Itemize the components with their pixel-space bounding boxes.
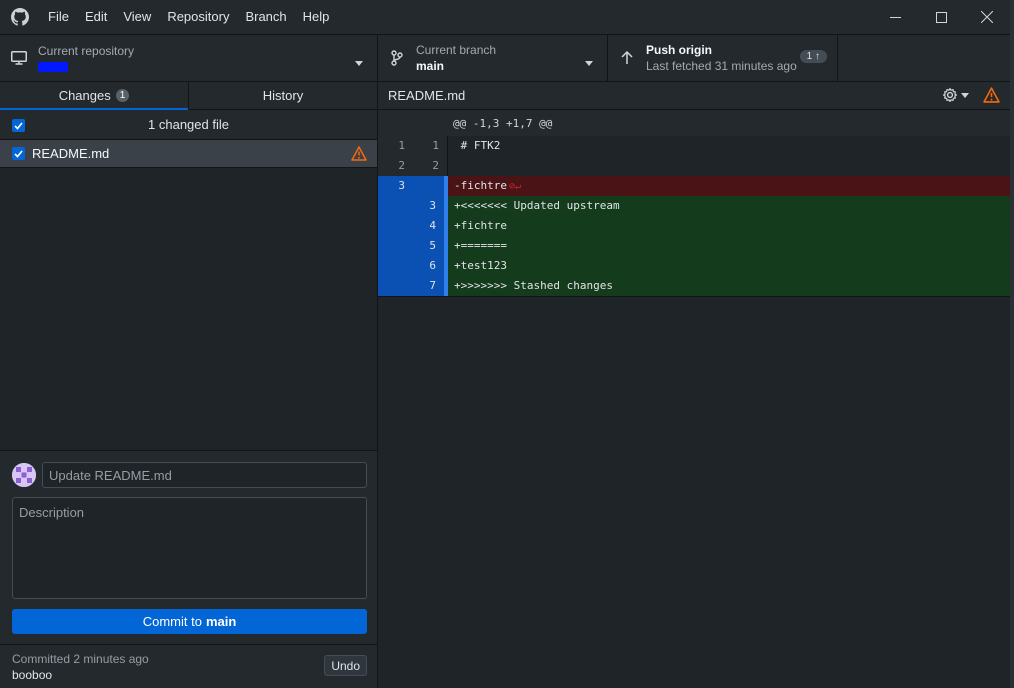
tab-history[interactable]: History [188, 82, 377, 109]
tab-changes[interactable]: Changes 1 [0, 82, 188, 110]
warning-icon[interactable] [983, 87, 1000, 103]
diff-header: README.md [378, 82, 1010, 110]
diff-view: README.md @@ -1,3 +1,7 @@ 1 1 # FTK2 2 2… [378, 82, 1010, 688]
old-line-number [378, 236, 413, 256]
new-line-number: 7 [413, 276, 448, 296]
window-controls [872, 0, 1010, 34]
commit-button[interactable]: Commit to main [12, 609, 367, 634]
changed-files-count: 1 changed file [148, 117, 229, 132]
desktop-icon [0, 51, 38, 65]
branch-name: main [416, 59, 445, 73]
menu-view[interactable]: View [115, 0, 159, 34]
line-code-text: -fichtre [454, 179, 507, 192]
diff-file-name: README.md [388, 88, 466, 103]
diff-line-added[interactable]: 7 +>>>>>>> Stashed changes [378, 276, 1010, 296]
gear-icon[interactable] [942, 87, 969, 103]
git-branch-icon [378, 50, 416, 66]
repository-label: Current repository [38, 44, 135, 58]
diff-hunk-header: @@ -1,3 +1,7 @@ [378, 110, 1010, 136]
new-line-number: 6 [413, 256, 448, 276]
repository-name-redacted [38, 62, 68, 72]
line-code: -fichtre ⊘↵ [448, 176, 1010, 196]
user-avatar [12, 463, 36, 487]
last-fetched: Last fetched 31 minutes ago [646, 59, 797, 73]
new-line-number: 5 [413, 236, 448, 256]
hunk-gutter[interactable] [378, 110, 448, 136]
github-logo-icon [0, 0, 40, 34]
background-window-edge [1010, 0, 1014, 688]
caret-down-icon [585, 55, 593, 69]
old-line-number: 2 [378, 156, 413, 176]
commit-button-branch: main [205, 614, 237, 629]
diff-empty-area [378, 296, 1010, 297]
hunk-range: @@ -1,3 +1,7 @@ [453, 116, 553, 130]
title-bar: File Edit View Repository Branch Help [0, 0, 1010, 34]
menu-repository[interactable]: Repository [159, 0, 237, 34]
new-line-number: 3 [413, 196, 448, 216]
diff-line-added[interactable]: 3 +<<<<<<< Updated upstream [378, 196, 1010, 216]
line-code: +test123 [448, 256, 1010, 276]
no-newline-icon: ⊘↵ [508, 181, 522, 192]
tab-changes-label: Changes [58, 88, 111, 103]
menu-help[interactable]: Help [295, 0, 338, 34]
diff-line-deleted[interactable]: 3 -fichtre ⊘↵ [378, 176, 1010, 196]
diff-line[interactable]: 1 1 # FTK2 [378, 136, 1010, 156]
old-line-number [378, 216, 413, 236]
line-code: +>>>>>>> Stashed changes [448, 276, 1010, 296]
commit-description-input[interactable]: Description [12, 497, 367, 599]
line-code: # FTK2 [454, 139, 501, 152]
new-line-number: 1 [413, 136, 448, 156]
file-row-readme[interactable]: README.md [0, 140, 377, 168]
old-line-number [378, 256, 413, 276]
commit-button-label: Commit to [142, 614, 202, 629]
old-line-number: 3 [378, 176, 413, 196]
commit-summary-input[interactable]: Update README.md [42, 462, 367, 488]
old-line-number [378, 196, 413, 216]
commit-form: Update README.md Description Commit to m… [0, 450, 377, 644]
current-repository-dropdown[interactable]: Current repository [0, 35, 378, 81]
menu-file[interactable]: File [40, 0, 77, 34]
new-line-number: 4 [413, 216, 448, 236]
arrow-up-icon [608, 51, 646, 65]
file-checkbox[interactable] [12, 147, 25, 160]
push-title: Push origin [646, 43, 712, 57]
maximize-icon[interactable] [918, 0, 964, 34]
close-icon[interactable] [964, 0, 1010, 34]
line-code: +fichtre [448, 216, 1010, 236]
tab-history-label: History [262, 88, 304, 103]
menu-edit[interactable]: Edit [77, 0, 115, 34]
select-all-checkbox[interactable] [12, 119, 25, 132]
diff-line-added[interactable]: 4 +fichtre [378, 216, 1010, 236]
line-code: +<<<<<<< Updated upstream [448, 196, 1010, 216]
last-commit-bar: Committed 2 minutes ago booboo Undo [0, 644, 377, 688]
ahead-count-badge: 1 ↑ [799, 50, 827, 63]
menu-branch[interactable]: Branch [237, 0, 294, 34]
sidebar-tabs: Changes 1 History [0, 82, 377, 110]
diff-line-added[interactable]: 6 +test123 [378, 256, 1010, 276]
sidebar: Changes 1 History 1 changed file README.… [0, 82, 378, 688]
file-name: README.md [32, 146, 110, 161]
branch-label: Current branch [416, 43, 497, 57]
last-commit-time: Committed 2 minutes ago [12, 652, 149, 666]
last-commit-message: booboo [12, 668, 53, 682]
diff-tools [942, 87, 1000, 103]
diff-line[interactable]: 2 2 [378, 156, 1010, 176]
line-code: +======= [448, 236, 1010, 256]
push-origin-button[interactable]: Push origin Last fetched 31 minutes ago … [608, 35, 838, 81]
menu-bar: File Edit View Repository Branch Help [40, 0, 337, 34]
warning-icon [351, 146, 367, 164]
undo-button[interactable]: Undo [324, 655, 367, 676]
diff-line-added[interactable]: 5 +======= [378, 236, 1010, 256]
changed-files-header: 1 changed file [0, 110, 377, 140]
new-line-number: 2 [413, 156, 448, 176]
old-line-number [378, 276, 413, 296]
minimize-icon[interactable] [872, 0, 918, 34]
caret-down-icon [355, 55, 363, 69]
changes-count-badge: 1 [115, 89, 130, 102]
current-branch-dropdown[interactable]: Current branch main [378, 35, 608, 81]
old-line-number: 1 [378, 136, 413, 156]
new-line-number [413, 176, 448, 196]
toolbar: Current repository Current branch main P… [0, 34, 1010, 82]
